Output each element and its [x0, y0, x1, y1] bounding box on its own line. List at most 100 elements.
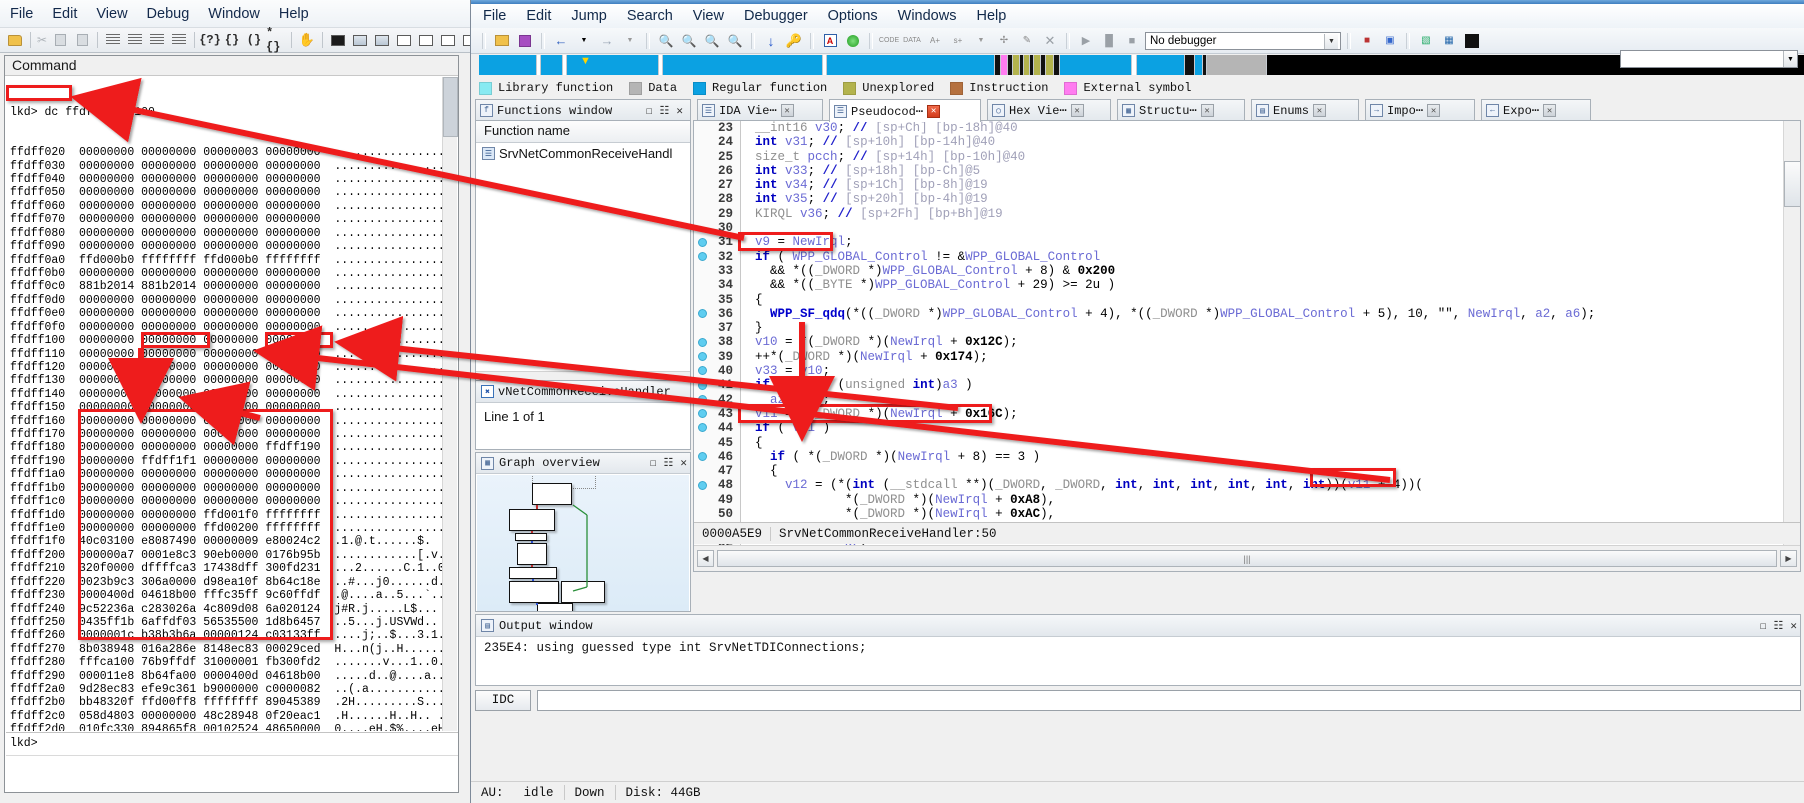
toolbar-grip[interactable]	[751, 32, 755, 49]
pseudocode-line[interactable]: 47 {	[694, 464, 1784, 478]
paste-icon[interactable]	[72, 30, 92, 50]
cut-icon[interactable]: ✂	[36, 34, 48, 46]
float-icon[interactable]: ☷	[1774, 619, 1784, 633]
pseudocode-line[interactable]: 39 ++*(_DWORD *)(NewIrql + 0x174);	[694, 350, 1784, 364]
float-icon[interactable]: ☷	[664, 456, 674, 470]
command-input[interactable]	[6, 755, 458, 777]
breakpoint-marker-icon[interactable]	[694, 350, 710, 364]
search-hex-icon[interactable]: 🔍	[656, 31, 676, 51]
graph-overview-canvas[interactable]	[477, 475, 689, 611]
ida-menu-windows[interactable]: Windows	[898, 8, 957, 24]
breakpoint-marker-icon[interactable]	[694, 335, 710, 349]
close-icon[interactable]: ✕	[676, 104, 683, 118]
pseudocode-line[interactable]: 28 int v35; // [sp+20h] [bp-4h]@19	[694, 192, 1784, 206]
pseudocode-vscrollbar[interactable]	[1783, 121, 1801, 545]
pseudocode-line[interactable]: 25 size_t pcch; // [sp+14h] [bp-10h]@40	[694, 150, 1784, 164]
tab-imports[interactable]: → Impo⋯ ✕	[1365, 99, 1475, 121]
scrollbar-thumb[interactable]: |||	[717, 550, 1777, 567]
breakpoint-marker-icon[interactable]	[694, 307, 710, 321]
names-icon[interactable]: ▦	[1439, 31, 1459, 51]
maximize-icon[interactable]: ☐	[646, 104, 653, 118]
windbg-menu-debug[interactable]: Debug	[147, 6, 190, 22]
toolbar-grip[interactable]	[869, 32, 873, 49]
idc-button[interactable]: IDC	[475, 689, 531, 711]
float-icon[interactable]: ☷	[660, 104, 670, 118]
toolbar-grip[interactable]	[1347, 32, 1351, 49]
step-brace-icon[interactable]: {}	[222, 30, 242, 50]
pseudocode-line[interactable]: 27 int v34; // [sp+1Ch] [bp-8h]@19	[694, 178, 1784, 192]
function-list-item[interactable]: ☰ SrvNetCommonReceiveHandl	[476, 143, 690, 164]
pseudocode-hscrollbar[interactable]: ◀ ||| ▶	[694, 545, 1800, 571]
scroll-left-icon[interactable]: ◀	[697, 550, 714, 567]
pseudocode-line[interactable]: 48 v12 = (*(int (__stdcall **)(_DWORD, _…	[694, 478, 1784, 492]
breakpoint-marker-icon[interactable]	[694, 364, 710, 378]
jump-forward-icon[interactable]: →	[597, 31, 617, 51]
break-hand-icon[interactable]: ✋	[297, 30, 317, 50]
breakpoint-marker-icon[interactable]	[694, 421, 710, 435]
memory-window-icon[interactable]	[416, 30, 436, 50]
watch-window-icon[interactable]	[350, 30, 370, 50]
jump-forward-dropdown-icon[interactable]: ▼	[620, 31, 640, 51]
close-icon[interactable]: ✕	[1313, 104, 1327, 117]
run-to-cursor-icon[interactable]	[169, 30, 189, 50]
breakpoint-marker-icon[interactable]	[694, 250, 710, 264]
tab-pseudocode[interactable]: ☰ Pseudocod⋯ ✕	[829, 99, 981, 122]
toolbar-grip[interactable]	[1066, 32, 1070, 49]
idc-input[interactable]	[537, 689, 1801, 711]
tab-ida-view[interactable]: ☰ IDA Vie⋯ ✕	[697, 99, 823, 121]
search-sequence-icon[interactable]: 🔍	[702, 31, 722, 51]
jump-to-entry-icon[interactable]: 🔑	[784, 31, 804, 51]
close-icon[interactable]: ✕	[927, 104, 941, 118]
close-icon[interactable]: ✕	[780, 104, 794, 117]
command-window-icon[interactable]	[328, 30, 348, 50]
ida-menu-search[interactable]: Search	[627, 8, 673, 24]
registers-window-icon[interactable]	[394, 30, 414, 50]
functions-column-header[interactable]: Function name	[476, 121, 690, 143]
ida-menu-view[interactable]: View	[693, 8, 724, 24]
windbg-menu-view[interactable]: View	[96, 6, 127, 22]
ida-menu-file[interactable]: File	[483, 8, 506, 24]
locals-window-icon[interactable]	[372, 30, 392, 50]
breakpoint-marker-icon[interactable]	[694, 378, 710, 392]
breakpoint-marker-icon[interactable]	[694, 393, 710, 407]
breakpoints-icon[interactable]: ■	[1357, 31, 1377, 51]
segments-icon[interactable]: ▧	[1416, 31, 1436, 51]
pseudocode-code-area[interactable]: 23 __int16 v30; // [sp+Ch] [bp-18h]@40 24…	[694, 121, 1784, 571]
pseudocode-line[interactable]: 49 *(_DWORD *)(NewIrql + 0xA8),	[694, 493, 1784, 507]
close-icon[interactable]: ✕	[680, 456, 687, 470]
step-out-icon[interactable]	[147, 30, 167, 50]
breakpoint-marker-icon[interactable]	[694, 450, 710, 464]
toolbar-grip[interactable]	[646, 32, 650, 49]
search-text-icon[interactable]: 🔍	[679, 31, 699, 51]
pseudocode-line[interactable]: 50 *(_DWORD *)(NewIrql + 0xAC),	[694, 507, 1784, 521]
toolbar-grip[interactable]	[482, 32, 486, 49]
copy-icon[interactable]	[50, 30, 70, 50]
pseudocode-line[interactable]: 36 WPP_SF_qdq(*((_DWORD *)WPP_GLOBAL_Con…	[694, 307, 1784, 321]
close-icon[interactable]: ✕	[1790, 619, 1797, 633]
windbg-menu-file[interactable]: File	[10, 6, 33, 22]
pseudocode-line[interactable]: 44 if ( v11 )	[694, 421, 1784, 435]
step-out-brace-icon[interactable]: (}	[244, 30, 264, 50]
tab-functions-window[interactable]: f Functions window ☐ ☷ ✕	[475, 99, 691, 121]
step-over-icon[interactable]	[125, 30, 145, 50]
pseudocode-line[interactable]: 23 __int16 v30; // [sp+Ch] [bp-18h]@40	[694, 121, 1784, 135]
tab-hex-view[interactable]: ◯ Hex Vie⋯ ✕	[987, 99, 1111, 121]
tab-structures[interactable]: ▦ Structu⋯ ✕	[1117, 99, 1245, 121]
pseudocode-side-panel-header[interactable]: ✖ vNetCommonReceiveHandler	[476, 381, 690, 403]
ida-menu-jump[interactable]: Jump	[571, 8, 606, 24]
close-icon[interactable]: ✕	[1543, 104, 1557, 117]
pseudocode-line[interactable]: 35 {	[694, 293, 1784, 307]
pseudocode-line[interactable]: 41 if ( a2 >= (unsigned int)a3 )	[694, 378, 1784, 392]
jump-to-address-icon[interactable]: ↓	[761, 31, 781, 51]
ida-menu-debugger[interactable]: Debugger	[744, 8, 808, 24]
command-output-scrollbar[interactable]	[442, 77, 458, 731]
command-output-text[interactable]: lkd> dc ffdff020 L100 ffdff020 00000000 …	[6, 77, 458, 731]
graph-overview-header[interactable]: ▦ Graph overview ☐ ☷ ✕	[476, 453, 690, 474]
pseudocode-line[interactable]: 43 v11 = *(_DWORD *)(NewIrql + 0x16C);	[694, 407, 1784, 421]
tab-exports[interactable]: ← Expo⋯ ✕	[1481, 99, 1591, 121]
pseudocode-line[interactable]: 32 if ( WPP_GLOBAL_Control != &WPP_GLOBA…	[694, 250, 1784, 264]
watches-icon[interactable]: ▣	[1380, 31, 1400, 51]
pseudocode-view[interactable]: 23 __int16 v30; // [sp+Ch] [bp-18h]@40 24…	[693, 120, 1801, 572]
quick-filter-input[interactable]: ▼	[1620, 50, 1798, 68]
pseudocode-line[interactable]: 46 if ( *(_DWORD *)(NewIrql + 8) == 3 )	[694, 450, 1784, 464]
